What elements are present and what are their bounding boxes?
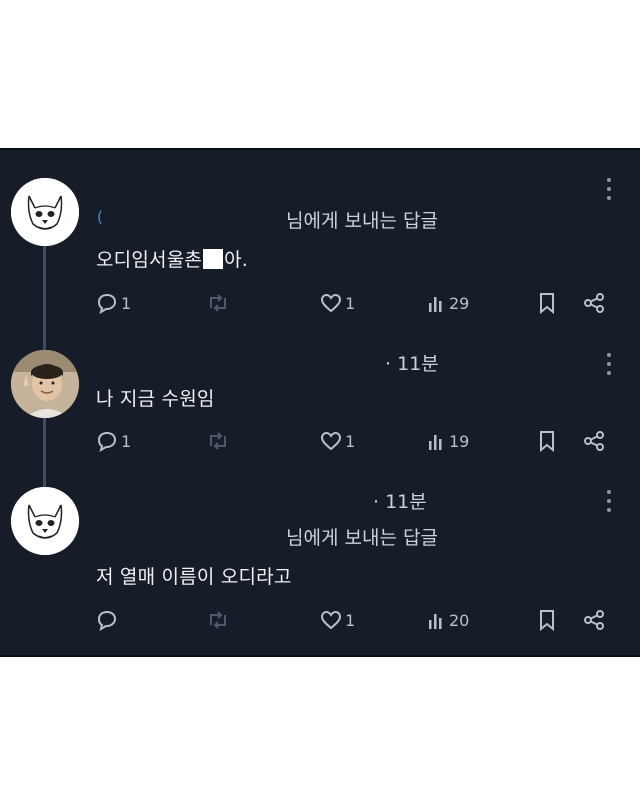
like-button[interactable]: 1 [320,428,355,454]
retweet-button[interactable] [206,290,230,316]
bookmark-icon [540,431,554,452]
bookmark-icon [540,293,554,314]
tweet-text: 나 지금 수원임 [96,388,215,410]
tweet-text: 저 열매 이름이 오디라고 [96,566,292,588]
views-button[interactable]: 20 [428,607,469,633]
view-count: 29 [449,293,470,313]
dog-sketch-icon [11,487,79,555]
reply-count: 1 [121,293,132,313]
more-options-button[interactable] [606,490,612,512]
tweet-actions: 1 1 29 [96,290,616,316]
speech-bubble-icon [97,610,117,631]
more-options-button[interactable] [606,353,612,375]
retweet-arrows-icon [210,611,226,629]
share-nodes-icon [584,610,604,630]
share-button[interactable] [582,428,606,454]
tweet-timestamp: · 11분 [385,353,439,375]
like-count: 1 [345,610,356,630]
bookmark-button[interactable] [538,290,556,316]
person-photo-icon [11,350,79,418]
redaction-block [203,249,224,269]
bar-chart-icon [429,614,442,629]
reply-count: 1 [121,431,132,451]
like-button[interactable]: 1 [320,607,355,633]
reply-button[interactable]: 1 [96,290,131,316]
speech-bubble-icon [97,431,117,452]
avatar-dog[interactable] [11,487,79,555]
share-button[interactable] [582,607,606,633]
bookmark-button[interactable] [538,607,556,633]
heart-outline-icon [320,610,342,630]
reply-button[interactable]: 1 [96,428,131,454]
reply-indicator: ( [97,208,103,226]
views-button[interactable]: 19 [428,428,469,454]
dog-sketch-icon [11,178,79,246]
heart-outline-icon [320,293,342,313]
more-options-button[interactable] [606,178,612,200]
bar-chart-icon [429,297,442,312]
bookmark-button[interactable] [538,428,556,454]
thread-connector [43,412,46,487]
avatar-dog[interactable] [11,178,79,246]
tweet-actions: 1 1 19 [96,428,616,454]
view-count: 19 [449,431,470,451]
tweet-actions: 1 20 [96,607,616,633]
retweet-arrows-icon [210,294,226,312]
tweet-text-part: 오디임서울촌 [96,249,203,271]
share-nodes-icon [584,293,604,313]
tweet-text-part: 아. [224,249,249,271]
share-nodes-icon [584,431,604,451]
replying-to-label: 님에게 보내는 답글 [286,527,438,549]
views-button[interactable]: 29 [428,290,469,316]
tweet-text: 오디임서울촌 아. [96,245,248,272]
retweet-button[interactable] [206,607,230,633]
share-button[interactable] [582,290,606,316]
tweet-timestamp: · 11분 [373,491,427,513]
speech-bubble-icon [97,293,117,314]
replying-to-label: 님에게 보내는 답글 [286,210,438,232]
avatar-person[interactable] [11,350,79,418]
thread-connector [43,238,46,350]
reply-button[interactable] [96,607,118,633]
reply-thread: ( 님에게 보내는 답글 오디임서울촌 아. 1 1 29 · 11분 나 지금… [0,148,640,657]
like-count: 1 [345,293,356,313]
retweet-button[interactable] [206,428,230,454]
bookmark-icon [540,610,554,631]
bar-chart-icon [429,435,442,450]
like-count: 1 [345,431,356,451]
retweet-arrows-icon [210,432,226,450]
heart-outline-icon [320,431,342,451]
view-count: 20 [449,610,470,630]
like-button[interactable]: 1 [320,290,355,316]
